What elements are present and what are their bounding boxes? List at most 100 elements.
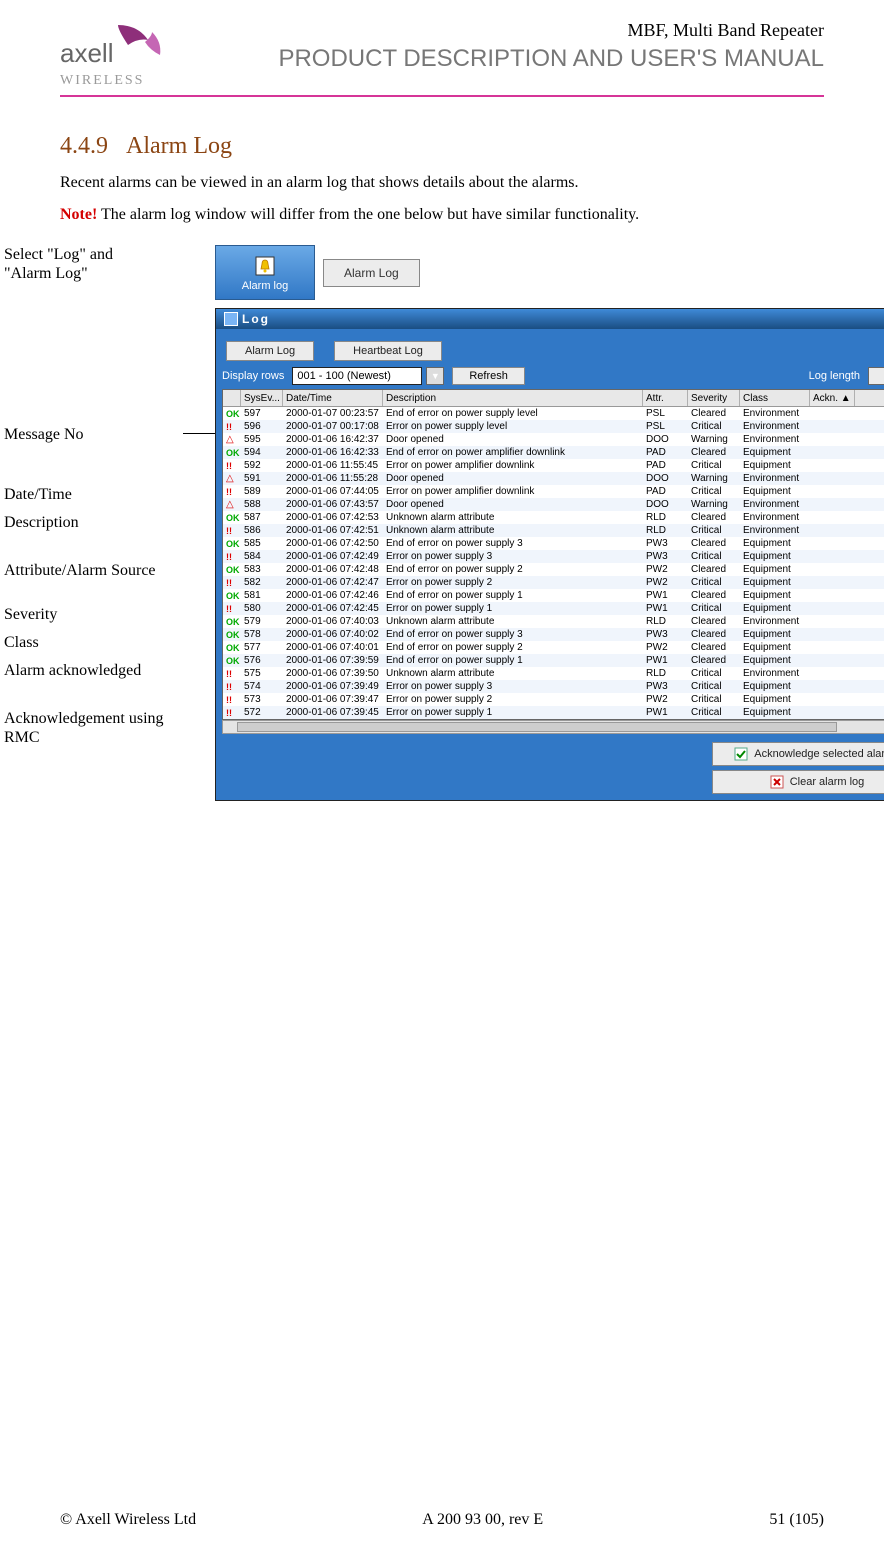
table-row[interactable]: !!5802000-01-06 07:42:45Error on power s… (223, 602, 884, 615)
col-ackn[interactable]: Ackn. ▲ (810, 390, 855, 406)
section-title-text: Alarm Log (126, 133, 232, 159)
table-row[interactable]: !!5722000-01-06 07:39:45Error on power s… (223, 706, 884, 719)
cell-ackn (810, 680, 855, 693)
display-rows-select[interactable] (292, 367, 422, 385)
table-row[interactable]: !!5892000-01-06 07:44:05Error on power a… (223, 485, 884, 498)
table-row[interactable]: △5912000-01-06 11:55:28Door openedDOOWar… (223, 472, 884, 485)
log-window-body: Alarm Log Heartbeat Log Display rows ▼ R… (216, 329, 884, 800)
callout-ack-rmc: Acknowledgement using RMC (4, 709, 184, 747)
refresh-button[interactable]: Refresh (452, 367, 525, 385)
dropdown-arrow-icon[interactable]: ▼ (426, 367, 444, 385)
cross-icon (770, 775, 784, 789)
cell-class: Equipment (740, 446, 810, 459)
axell-logo-icon: axell (60, 20, 170, 75)
tab-alarm-log[interactable]: Alarm Log (226, 341, 314, 361)
tab-heartbeat-log[interactable]: Heartbeat Log (334, 341, 442, 361)
cell-date: 2000-01-07 00:23:57 (283, 407, 383, 420)
cell-date: 2000-01-06 07:40:01 (283, 641, 383, 654)
col-sysev[interactable]: SysEv... (241, 390, 283, 406)
cell-description: End of error on power supply 2 (383, 563, 643, 576)
cell-attr: PW3 (643, 628, 688, 641)
table-row[interactable]: !!5842000-01-06 07:42:49Error on power s… (223, 550, 884, 563)
table-row[interactable]: !!5862000-01-06 07:42:51Unknown alarm at… (223, 524, 884, 537)
table-row[interactable]: !!5822000-01-06 07:42:47Error on power s… (223, 576, 884, 589)
table-row[interactable]: OK5782000-01-06 07:40:02End of error on … (223, 628, 884, 641)
table-row[interactable]: △5882000-01-06 07:43:57Door openedDOOWar… (223, 498, 884, 511)
table-row[interactable]: !!5742000-01-06 07:39:49Error on power s… (223, 680, 884, 693)
table-row[interactable]: OK5772000-01-06 07:40:01End of error on … (223, 641, 884, 654)
cell-class: Environment (740, 472, 810, 485)
table-row[interactable]: OK5972000-01-07 00:23:57End of error on … (223, 407, 884, 420)
log-window-titlebar: Log (216, 309, 884, 329)
cell-severity: Critical (688, 602, 740, 615)
cell-severity: Critical (688, 680, 740, 693)
page-footer: © Axell Wireless Ltd A 200 93 00, rev E … (60, 1511, 824, 1529)
col-class[interactable]: Class (740, 390, 810, 406)
cell-class: Equipment (740, 459, 810, 472)
col-date[interactable]: Date/Time (283, 390, 383, 406)
cell-sysev: 597 (241, 407, 283, 420)
col-desc[interactable]: Description (383, 390, 643, 406)
cell-sysev: 594 (241, 446, 283, 459)
alarm-log-toolbar-button[interactable]: Alarm Log (323, 259, 420, 287)
cell-class: Environment (740, 667, 810, 680)
cell-description: End of error on power supply 1 (383, 589, 643, 602)
alarm-log-nav-button[interactable]: Alarm log (215, 245, 315, 300)
table-row[interactable]: OK5762000-01-06 07:39:59End of error on … (223, 654, 884, 667)
col-attr[interactable]: Attr. (643, 390, 688, 406)
col-status[interactable] (223, 390, 241, 406)
cell-attr: PW2 (643, 641, 688, 654)
cell-description: Error on power supply 1 (383, 602, 643, 615)
table-row[interactable]: OK5852000-01-06 07:42:50End of error on … (223, 537, 884, 550)
table-row[interactable]: OK5792000-01-06 07:40:03Unknown alarm at… (223, 615, 884, 628)
status-icon: △ (223, 472, 241, 485)
cell-class: Equipment (740, 680, 810, 693)
clear-log-button[interactable]: Clear alarm log (712, 770, 884, 794)
cell-attr: PAD (643, 459, 688, 472)
status-icon: OK (223, 446, 241, 459)
horizontal-scrollbar[interactable] (222, 720, 884, 734)
footer-docnum: A 200 93 00, rev E (422, 1511, 543, 1529)
cell-attr: PW1 (643, 706, 688, 719)
table-row[interactable]: !!5962000-01-07 00:17:08Error on power s… (223, 420, 884, 433)
callout-alarm-ack: Alarm acknowledged (4, 661, 184, 680)
cell-description: Error on power supply 2 (383, 693, 643, 706)
scroll-thumb[interactable] (237, 722, 837, 732)
clear-log-label: Clear alarm log (790, 776, 865, 788)
cell-date: 2000-01-06 07:40:02 (283, 628, 383, 641)
cell-sysev: 595 (241, 433, 283, 446)
acknowledge-button[interactable]: Acknowledge selected alarms (712, 742, 884, 766)
table-row[interactable]: △5952000-01-06 16:42:37Door openedDOOWar… (223, 433, 884, 446)
status-icon: △ (223, 433, 241, 446)
cell-date: 2000-01-06 07:39:49 (283, 680, 383, 693)
table-row[interactable]: OK5832000-01-06 07:42:48End of error on … (223, 563, 884, 576)
cell-ackn (810, 537, 855, 550)
cell-class: Equipment (740, 706, 810, 719)
status-icon: OK (223, 511, 241, 524)
table-row[interactable]: OK5942000-01-06 16:42:33End of error on … (223, 446, 884, 459)
header-divider (60, 95, 824, 97)
status-icon: !! (223, 667, 241, 680)
cell-severity: Cleared (688, 537, 740, 550)
callout-attr-source: Attribute/Alarm Source (4, 561, 184, 580)
table-row[interactable]: OK5872000-01-06 07:42:53Unknown alarm at… (223, 511, 884, 524)
table-row[interactable]: !!5752000-01-06 07:39:50Unknown alarm at… (223, 667, 884, 680)
cell-date: 2000-01-06 07:39:47 (283, 693, 383, 706)
cell-description: Error on power amplifier downlink (383, 459, 643, 472)
col-sev[interactable]: Severity (688, 390, 740, 406)
section-number: 4.4.9 (60, 133, 108, 159)
cell-date: 2000-01-06 07:42:51 (283, 524, 383, 537)
table-row[interactable]: !!5922000-01-06 11:55:45Error on power a… (223, 459, 884, 472)
cell-attr: PW2 (643, 693, 688, 706)
table-row[interactable]: !!5732000-01-06 07:39:47Error on power s… (223, 693, 884, 706)
nav-button-row: Alarm log Alarm Log (215, 245, 884, 300)
status-icon: !! (223, 680, 241, 693)
cell-date: 2000-01-06 07:42:48 (283, 563, 383, 576)
cell-description: Error on power supply level (383, 420, 643, 433)
cell-severity: Cleared (688, 511, 740, 524)
cell-class: Equipment (740, 537, 810, 550)
cell-sysev: 592 (241, 459, 283, 472)
table-row[interactable]: OK5812000-01-06 07:42:46End of error on … (223, 589, 884, 602)
cell-severity: Warning (688, 433, 740, 446)
cell-date: 2000-01-06 07:42:45 (283, 602, 383, 615)
